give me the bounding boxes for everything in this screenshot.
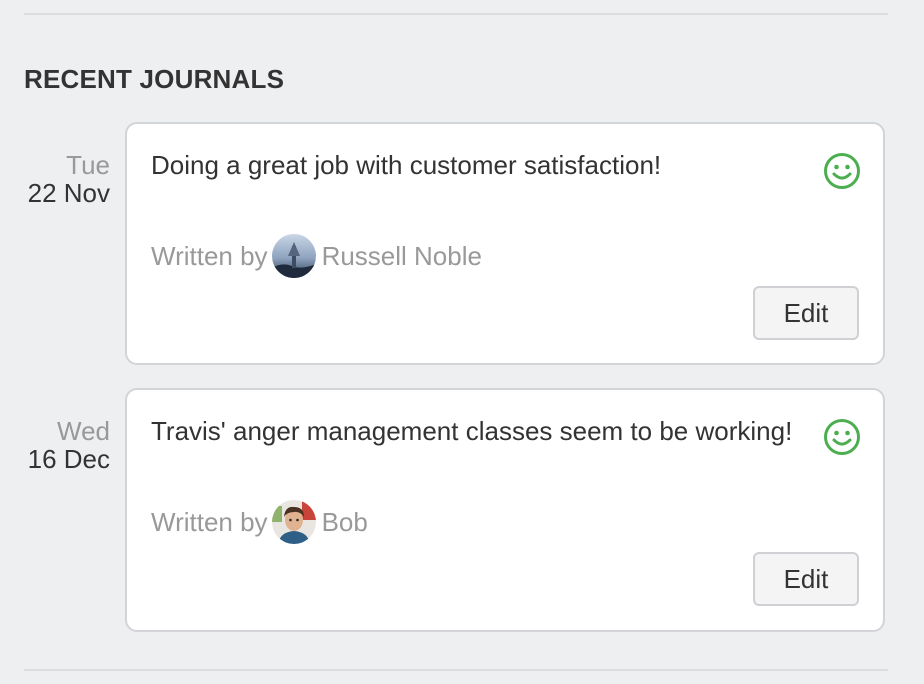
top-divider: [24, 13, 888, 15]
bottom-divider: [24, 669, 888, 671]
edit-button[interactable]: Edit: [753, 552, 859, 606]
written-by: Written by Russell Noble: [151, 234, 482, 278]
journal-card: Doing a great job with customer satisfac…: [125, 122, 885, 365]
journal-day: 16 Dec: [27, 444, 110, 474]
smiley-icon: [824, 153, 860, 189]
author-name: Bob: [321, 506, 368, 537]
journal-day-of-week: Tue: [66, 150, 110, 180]
journal-date: Tue 22 Nov: [0, 151, 110, 207]
written-by-label: Written by: [151, 240, 268, 271]
avatar: [271, 234, 316, 278]
journal-text: Travis' anger management classes seem to…: [151, 416, 793, 446]
avatar: [271, 500, 316, 544]
journal-date: Wed 16 Dec: [0, 417, 110, 473]
author-name: Russell Noble: [321, 240, 482, 271]
smiley-icon: [824, 419, 860, 455]
journal-day: 22 Nov: [27, 178, 110, 208]
journal-day-of-week: Wed: [57, 416, 110, 446]
written-by-label: Written by: [151, 506, 268, 537]
section-title: RECENT JOURNALS: [24, 64, 285, 94]
journal-text: Doing a great job with customer satisfac…: [151, 150, 662, 180]
written-by: Written by Bob: [151, 500, 368, 544]
journal-card: Travis' anger management classes seem to…: [125, 388, 885, 632]
edit-button[interactable]: Edit: [753, 286, 859, 340]
